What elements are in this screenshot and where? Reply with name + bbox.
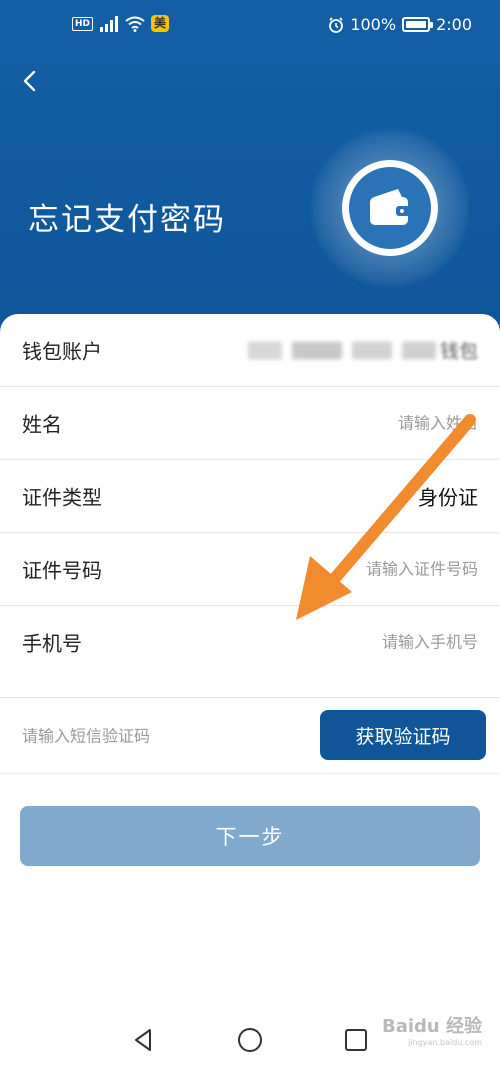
watermark-url: jingyan.baidu.com	[408, 1038, 482, 1047]
back-button[interactable]	[14, 64, 48, 98]
get-code-button[interactable]: 获取验证码	[320, 710, 486, 760]
status-left: HD 美	[72, 15, 170, 32]
page-header: 忘记支付密码	[0, 50, 500, 350]
alarm-icon	[329, 16, 344, 33]
nav-recents-button[interactable]	[340, 1024, 372, 1056]
wallet-account-suffix: 钱包	[439, 340, 478, 363]
id-type-row[interactable]: 证件类型 身份证	[0, 460, 500, 533]
phone-row: 手机号	[0, 606, 500, 698]
wallet-account-value: 钱包	[247, 337, 478, 364]
nav-home-button[interactable]	[234, 1024, 266, 1056]
phone-input[interactable]	[248, 632, 478, 652]
next-step-button[interactable]: 下一步	[20, 806, 480, 866]
circle-home-icon	[238, 1028, 262, 1052]
wallet-badge	[342, 160, 438, 256]
id-type-value: 身份证	[418, 485, 478, 510]
battery-icon	[402, 17, 434, 32]
name-label: 姓名	[22, 412, 62, 437]
form-card: 钱包账户 钱包 姓名 证件类型 身份证 证件号码 手机号 获取验证码	[0, 314, 500, 774]
signal-icon	[100, 15, 119, 32]
wallet-account-row: 钱包账户 钱包	[0, 314, 500, 387]
wallet-icon	[370, 189, 410, 225]
wifi-icon	[125, 16, 145, 32]
status-bar: HD 美 100% 2:00	[0, 0, 500, 50]
phone-label: 手机号	[22, 631, 82, 656]
sms-code-row: 获取验证码	[0, 698, 500, 774]
chevron-left-icon	[23, 70, 36, 92]
id-number-row: 证件号码	[0, 533, 500, 606]
status-right: 100% 2:00	[328, 15, 472, 34]
sms-code-input[interactable]	[22, 726, 282, 745]
id-number-label: 证件号码	[22, 558, 102, 583]
triangle-back-icon	[135, 1029, 151, 1051]
nav-back-button[interactable]	[128, 1024, 160, 1056]
page-title: 忘记支付密码	[28, 202, 226, 238]
watermark-brand: Baidu 经验	[381, 1016, 482, 1037]
square-recents-icon	[345, 1029, 367, 1051]
id-number-input[interactable]	[248, 559, 478, 579]
app-notification-badge: 美	[151, 15, 170, 32]
name-row: 姓名	[0, 387, 500, 460]
wallet-account-label: 钱包账户	[22, 339, 102, 364]
name-input[interactable]	[248, 413, 478, 433]
clock: 2:00	[436, 15, 472, 34]
id-type-label: 证件类型	[22, 485, 102, 510]
battery-percent: 100%	[350, 15, 397, 34]
watermark: Baidu 经验 jingyan.baidu.com	[382, 1012, 482, 1047]
hd-badge: HD	[72, 16, 94, 31]
